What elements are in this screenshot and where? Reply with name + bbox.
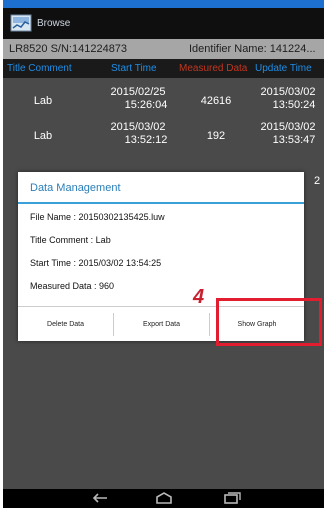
delete-data-button[interactable]: Delete Data	[18, 307, 113, 342]
navigation-bar	[3, 489, 324, 508]
row-comment: Lab	[33, 95, 53, 107]
column-header-title-comment[interactable]: Title Comment	[7, 63, 72, 74]
row-measured-data: 42616	[200, 95, 232, 107]
row-measured-data: 192	[206, 130, 226, 142]
home-icon[interactable]	[153, 492, 175, 504]
column-header-start-time[interactable]: Start Time	[111, 63, 157, 74]
column-header-measured-data[interactable]: Measured Data	[179, 63, 247, 74]
device-info-bar: LR8520 S/N:141224873 Identifier Name: 14…	[3, 39, 324, 59]
measured-data-text: Measured Data : 960	[30, 281, 115, 291]
row-update-date: 2015/03/02	[260, 121, 316, 133]
start-time-text: Start Time : 2015/03/02 13:54:25	[30, 258, 162, 268]
app-title: Browse	[37, 18, 71, 29]
back-icon[interactable]	[89, 492, 111, 504]
browse-app-icon[interactable]	[10, 13, 32, 33]
row-start-date: 2015/03/02	[110, 121, 166, 133]
export-data-label: Export Data	[143, 321, 180, 328]
action-bar: Browse	[3, 8, 324, 39]
column-header-update-time[interactable]: Update Time	[255, 63, 312, 74]
title-comment-text: Title Comment : Lab	[30, 235, 111, 245]
row-start-time: 13:52:12	[124, 134, 168, 146]
file-name-text: File Name : 20150302135425.luw	[30, 212, 165, 222]
partial-row-text: 2	[313, 175, 321, 187]
row-start-time: 15:26:04	[124, 99, 168, 111]
export-data-button[interactable]: Export Data	[114, 307, 209, 342]
step-number-label: 4	[193, 286, 205, 308]
recent-apps-icon[interactable]	[221, 492, 243, 504]
table-row[interactable]: Lab 2015/03/02 13:52:12 192 2015/03/02 1…	[3, 118, 324, 152]
row-comment: Lab	[33, 130, 53, 142]
dialog-title-divider	[18, 202, 304, 204]
dialog-title: Data Management	[30, 182, 121, 194]
row-update-time: 13:53:47	[272, 134, 316, 146]
delete-data-label: Delete Data	[47, 321, 84, 328]
identifier-name: Identifier Name: 141224...	[189, 43, 316, 55]
row-update-time: 13:50:24	[272, 99, 316, 111]
table-row[interactable]: Lab 2015/02/25 15:26:04 42616 2015/03/02…	[3, 83, 324, 117]
row-start-date: 2015/02/25	[110, 86, 166, 98]
show-graph-callout-box	[216, 298, 322, 346]
table-header: Title Comment Start Time Measured Data U…	[3, 59, 324, 78]
status-bar	[3, 0, 324, 8]
serial-number: LR8520 S/N:141224873	[9, 43, 128, 55]
row-update-date: 2015/03/02	[260, 86, 316, 98]
